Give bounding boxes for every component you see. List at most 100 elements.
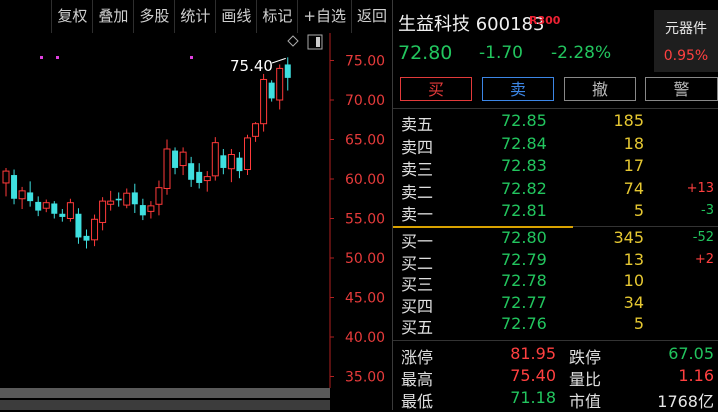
alert-button[interactable]: 警 [645,77,718,101]
candle-body [139,205,146,216]
draw-line-button[interactable]: 画线 [215,0,256,33]
index-badge: R300 [529,14,561,27]
signal-marker [56,56,59,59]
ask-delta: -3 [701,203,714,218]
restore-rights-button[interactable]: 复权 [51,0,92,33]
stat-value: 67.05 [668,344,714,363]
high-pointer [271,57,286,64]
stat-label: 最高 [401,370,434,389]
ask-row[interactable]: 卖一 72.81 5 -3 [393,201,718,224]
y-tick-label: 40.00 [345,330,385,346]
stat-label: 涨停 [401,348,434,367]
multi-stock-button[interactable]: 多股 [133,0,174,33]
stat-value: 81.95 [510,344,556,363]
candle-body [11,175,18,199]
stat-label: 量比 [569,370,602,389]
overlay-button[interactable]: 叠加 [92,0,133,33]
candle-body [284,64,291,78]
price-change-percent: -2.28% [551,43,612,63]
candle-body [147,205,155,212]
candle-body [260,78,268,125]
candle-body [115,198,122,201]
candle-body [51,203,58,214]
stat-value: 75.40 [510,366,556,385]
sector-percent: 0.95% [663,48,709,64]
bid-row[interactable]: 买三 72.78 10 [393,271,718,294]
bid-label: 买二 [401,253,434,273]
candle-body [107,200,115,205]
bid-label: 买四 [401,296,434,316]
candle-body [179,151,187,167]
add-watchlist-button[interactable]: +自选 [297,0,351,33]
cancel-order-button[interactable]: 撤 [564,77,636,101]
stats-row: 最高 75.40 量比 1.16 [393,366,718,389]
candle-body [123,192,131,206]
candle-body [188,163,195,180]
bid-price: 72.78 [501,271,547,290]
sector-box[interactable]: 元器件 0.95% [654,10,718,72]
bid-volume: 10 [623,271,644,290]
candle-body [244,137,251,171]
bid-row[interactable]: 买二 72.79 13 +2 [393,249,718,273]
y-tick-label: 75.00 [345,54,385,70]
bid-volume: 13 [623,249,644,269]
stat-label: 跌停 [569,348,602,367]
bid-label: 买三 [401,275,434,294]
bid-volume: 5 [633,314,644,333]
chart-toolbar: 复权 叠加 多股 统计 画线 标记 +自选 返回 [0,0,392,33]
candle-body [163,148,171,189]
bid-label: 买五 [401,318,434,337]
candle-body [268,82,275,99]
statistics-button[interactable]: 统计 [174,0,215,33]
ask-volume: 74 [623,178,644,198]
candle-body [236,157,243,172]
candle-body [196,171,203,183]
ask-label: 卖一 [401,205,434,224]
y-tick-label: 45.00 [345,291,385,307]
ask-row[interactable]: 卖二 72.82 74 +13 [393,178,718,202]
stat-value: 1.16 [678,366,714,385]
y-tick-label: 65.00 [345,133,385,149]
candle-body [83,235,90,241]
ask-price: 72.83 [501,156,547,175]
signal-marker [40,56,43,59]
candle-body [220,155,227,168]
bid-row[interactable]: 买一 72.80 345 -52 [393,228,718,251]
candle-body [252,123,260,137]
sector-name: 元器件 [665,21,707,37]
mark-button[interactable]: 标记 [256,0,297,33]
ask-delta: +13 [686,180,714,196]
window-toggle-icon-fill [316,37,320,47]
buy-button[interactable]: 买 [400,77,472,101]
stat-value: 71.18 [510,388,556,407]
chart-scrollbar-track [0,400,330,410]
divider [393,108,718,109]
bid-delta: +2 [694,251,714,267]
price-change: -1.70 [479,43,523,63]
back-button[interactable]: 返回 [350,0,392,33]
signal-marker [190,56,193,59]
bid-row[interactable]: 买四 72.77 34 [393,292,718,316]
stat-value: 1768亿 [657,392,714,411]
stat-label: 最低 [401,392,434,411]
candlestick-chart[interactable]: 75.00 70.00 65.00 60.00 55.00 50.00 45.00 40.00… [0,33,392,388]
chart-scrollbar[interactable] [0,388,330,398]
candle-body [59,213,66,217]
ask-volume: 5 [633,201,644,220]
quote-panel: 生益科技 600183 R300 72.80 -1.70 -2.28% 元器件 … [393,0,718,411]
ask-row[interactable]: 卖三 72.83 17 [393,156,718,179]
ask-label: 卖三 [401,160,434,179]
ask-row[interactable]: 卖五 72.85 185 [393,111,718,134]
bid-row[interactable]: 买五 72.76 5 [393,314,718,337]
candle-body [42,202,50,209]
bid-label: 买一 [401,232,434,251]
stat-label: 市值 [569,392,602,411]
stock-name: 生益科技 [398,14,470,35]
ask-volume: 185 [613,111,644,130]
bid-volume: 34 [623,292,644,312]
sell-button[interactable]: 卖 [482,77,554,101]
candle-body [203,176,211,182]
kline-chart-panel[interactable]: 复权 叠加 多股 统计 画线 标记 +自选 返回 75.00 70.00 65.00… [0,0,392,410]
ask-row[interactable]: 卖四 72.84 18 [393,134,718,157]
y-tick-label: 35.00 [345,370,385,386]
